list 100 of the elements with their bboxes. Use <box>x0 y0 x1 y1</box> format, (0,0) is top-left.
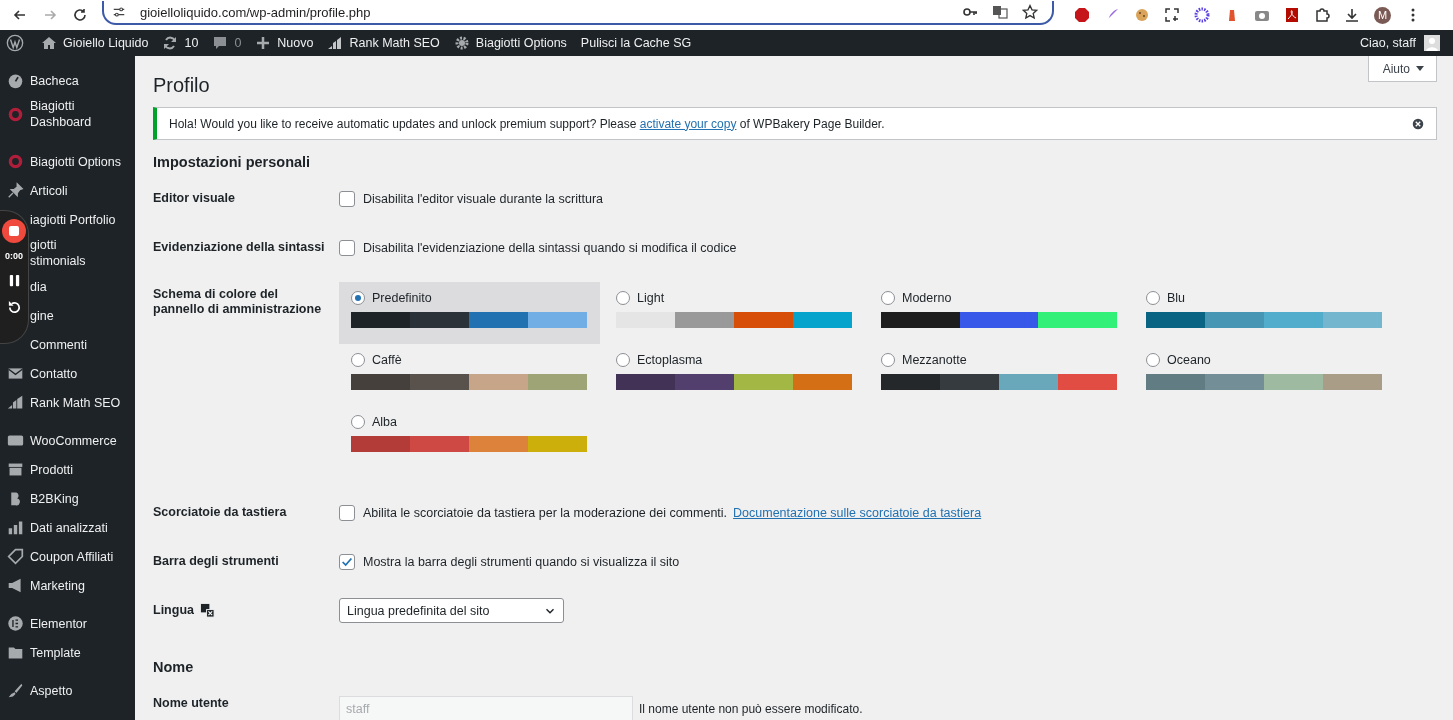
star-icon[interactable] <box>1022 4 1038 20</box>
section-heading: Nome <box>153 659 195 675</box>
new-link[interactable]: Nuovo <box>248 35 321 51</box>
stop-record-button[interactable] <box>2 219 26 243</box>
pdf-icon[interactable] <box>1284 7 1300 23</box>
sidebar-item[interactable]: Biagiotti Dashboard <box>0 95 135 133</box>
megaphone-icon <box>7 577 24 594</box>
color-scheme-option[interactable]: Caffè <box>339 344 600 406</box>
radio-button[interactable] <box>351 291 365 305</box>
scheme-name: Light <box>637 291 665 305</box>
wordpress-logo-icon[interactable] <box>6 34 24 52</box>
checkbox-label: Disabilita l'editor visuale durante la scrittura <box>363 192 603 206</box>
color-scheme-option[interactable]: Mezzanotte <box>869 344 1130 406</box>
checkbox[interactable] <box>339 240 355 256</box>
radio-button[interactable] <box>616 353 630 367</box>
sidebar-item[interactable]: Dati analizzati <box>0 513 135 542</box>
sidebar-item[interactable]: Aspetto <box>0 676 135 705</box>
checkbox-label: Mostra la barra degli strumenti quando si visualizza il sito <box>363 555 680 569</box>
pin-icon <box>7 182 24 199</box>
brush-icon <box>7 682 24 699</box>
updates-link[interactable]: 10 <box>155 35 206 51</box>
comments-link[interactable]: 0 <box>205 35 249 51</box>
sidebar-item[interactable]: Template <box>0 638 135 667</box>
radio-button[interactable] <box>351 353 365 367</box>
sidebar-item[interactable]: Marketing <box>0 571 135 600</box>
stop-sign-icon[interactable] <box>1074 7 1090 23</box>
puzzle-icon[interactable] <box>1314 7 1330 23</box>
bar-chart-icon <box>7 519 24 536</box>
sidebar-item[interactable]: WooCommerce <box>0 426 135 455</box>
profile-avatar[interactable]: M <box>1374 6 1391 24</box>
sidebar-item[interactable]: Contatto <box>0 359 135 388</box>
color-scheme-option[interactable]: Ectoplasma <box>604 344 865 406</box>
rank-math-link[interactable]: Rank Math SEO <box>320 35 447 51</box>
account-link[interactable]: Ciao, staff <box>1352 35 1447 51</box>
sidebar-item[interactable]: B2BKing <box>0 484 135 513</box>
sidebar-item[interactable]: dia <box>30 272 135 301</box>
radio-button[interactable] <box>351 415 365 429</box>
color-scheme-option[interactable]: Oceano <box>1134 344 1395 406</box>
sidebar-item[interactable]: iagiotti Portfolio <box>30 205 135 234</box>
help-tab[interactable]: Aiuto <box>1367 56 1437 82</box>
scheme-name: Ectoplasma <box>637 353 703 367</box>
sidebar-item[interactable]: Prodotti <box>0 455 135 484</box>
activate-link[interactable]: activate your copy <box>639 116 737 131</box>
sidebar-item[interactable]: Articoli <box>0 176 135 205</box>
download-icon[interactable] <box>1344 7 1360 23</box>
caret-icon <box>1416 65 1424 72</box>
scheme-name: Alba <box>372 415 398 429</box>
field-note: Il nome utente non può essere modificato. <box>639 702 863 716</box>
cookie-icon[interactable] <box>1134 7 1150 23</box>
translate-icon[interactable] <box>992 4 1008 20</box>
radio-button[interactable] <box>1146 291 1160 305</box>
ring-icon <box>7 153 24 170</box>
color-scheme-option[interactable]: Moderno <box>869 282 1130 344</box>
scheme-name: Moderno <box>902 291 952 305</box>
radio-button[interactable] <box>1146 353 1160 367</box>
sidebar-item[interactable]: giotti stimonials <box>30 234 135 272</box>
color-scheme-option[interactable]: Alba <box>339 406 600 468</box>
restart-icon[interactable] <box>6 300 22 315</box>
gauge-icon <box>7 72 24 89</box>
chart-icon <box>7 394 24 411</box>
site-link[interactable]: Gioiello Liquido <box>34 35 156 51</box>
radio-button[interactable] <box>881 291 895 305</box>
notice-text: Hola! Would you like to receive automatic updates and unlock premium support? Please activate your copy of WPBakery Page Builder. <box>169 116 885 131</box>
options-link[interactable]: Biagiotti Options <box>446 35 574 51</box>
checkbox[interactable] <box>339 505 355 521</box>
field-label: Editor visuale <box>153 191 235 206</box>
dismiss-icon[interactable] <box>1412 117 1424 130</box>
checkbox[interactable] <box>339 554 355 570</box>
sidebar-item[interactable]: Bacheca <box>0 66 135 95</box>
radio-button[interactable] <box>881 353 895 367</box>
sidebar-item[interactable]: Biagiotti Options <box>0 147 135 176</box>
radio-button[interactable] <box>616 291 630 305</box>
home-icon <box>41 35 57 51</box>
sidebar-item[interactable]: Coupon Affiliati <box>0 542 135 571</box>
color-scheme-option[interactable]: Light <box>604 282 865 344</box>
plus-icon <box>255 35 272 51</box>
cache-link[interactable]: Pulisci la Cache SG <box>573 36 699 50</box>
field-label: Nome utente <box>153 696 229 711</box>
sidebar-item[interactable]: Commenti <box>30 330 135 359</box>
sidebar-item[interactable]: Rank Math SEO <box>0 388 135 417</box>
sidebar-item[interactable]: gine <box>30 301 135 330</box>
ring-icon <box>7 105 24 123</box>
crop-icon[interactable] <box>1164 7 1180 23</box>
refresh-icon <box>162 35 179 51</box>
avatar-icon <box>1424 35 1440 51</box>
envelope-icon <box>7 365 24 382</box>
reload-icon[interactable] <box>72 7 88 23</box>
sidebar-item[interactable]: Elementor <box>0 609 135 638</box>
burst-icon[interactable] <box>1194 7 1210 23</box>
tag-icon <box>7 548 24 565</box>
field-label: Schema di colore del pannello di amministrazione <box>153 287 323 317</box>
language-select[interactable]: Lingua predefinita del sito <box>339 598 564 623</box>
page-title: Profilo <box>153 74 210 97</box>
site-settings-icon[interactable] <box>112 5 126 19</box>
color-scheme-option[interactable]: Blu <box>1134 282 1395 344</box>
address-bar[interactable]: gioielloliquido.com/wp-admin/profile.php <box>102 1 1054 25</box>
documentation-link[interactable]: Documentazione sulle scorciatoie da tastiera <box>733 506 982 520</box>
comment-icon <box>212 35 229 51</box>
color-scheme-option[interactable]: Predefinito <box>339 282 600 344</box>
checkbox[interactable] <box>339 191 355 207</box>
